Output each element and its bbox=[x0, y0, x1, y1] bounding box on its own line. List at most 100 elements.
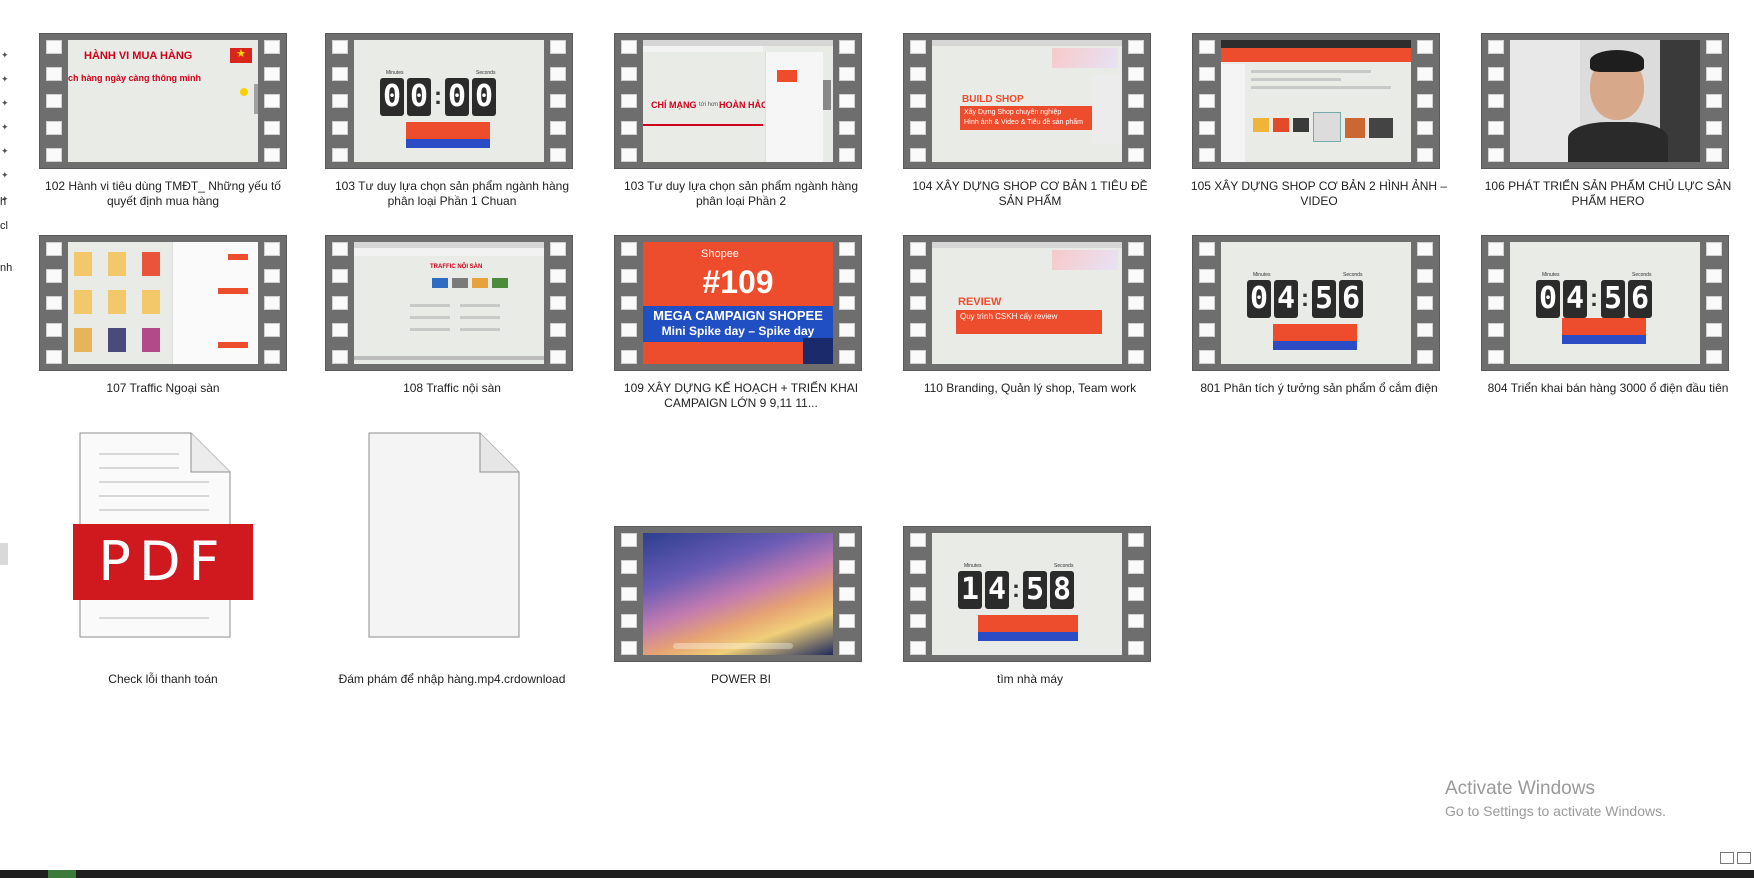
timer-digit: 4 bbox=[1563, 280, 1587, 318]
pin-icon: ✦ bbox=[1, 74, 9, 84]
video-thumbnail bbox=[1192, 33, 1440, 169]
timer-digit: 0 bbox=[1536, 280, 1560, 318]
cursor-dot bbox=[240, 88, 248, 96]
seconds-caption: Seconds bbox=[476, 70, 496, 76]
minutes-caption: Minutes bbox=[1542, 272, 1560, 278]
pdf-badge: PDF bbox=[73, 524, 253, 600]
timer-digit: 0 bbox=[445, 78, 469, 116]
flag-icon bbox=[230, 47, 252, 63]
pdf-file-icon: PDF bbox=[73, 432, 253, 638]
blank-file-icon bbox=[368, 432, 520, 638]
campaign-slide: Shopee #109 MEGA CAMPAIGN SHOPEE Mini Sp… bbox=[643, 242, 833, 364]
thumb-subtitle: ch hàng ngày càng thông minh bbox=[68, 73, 202, 83]
watermark-title: Activate Windows bbox=[1445, 778, 1595, 799]
pin-icon: ✦ bbox=[1, 146, 9, 156]
timer-digit: 5 bbox=[1601, 280, 1625, 318]
video-thumbnail: Shopee #109 MEGA CAMPAIGN SHOPEE Mini Sp… bbox=[614, 235, 862, 371]
countdown-timer: 04:56 bbox=[1536, 280, 1652, 318]
file-name: 110 Branding, Quản lý shop, Team work bbox=[923, 381, 1137, 395]
file-name: 109 XÂY DỰNG KẾ HOẠCH + TRIỂN KHAI CAMPA… bbox=[623, 381, 859, 410]
thumb-title: HÀNH VI MUA HÀNG bbox=[84, 50, 193, 62]
timer-digit: 0 bbox=[1247, 280, 1271, 318]
watermark-subtitle: Go to Settings to activate Windows. bbox=[1445, 803, 1666, 819]
video-thumbnail bbox=[614, 526, 862, 662]
timer-digit: 4 bbox=[985, 571, 1009, 609]
promo-banner bbox=[1562, 318, 1646, 344]
timer-digit: 0 bbox=[380, 78, 404, 116]
file-name: 103 Tư duy lựa chọn sản phẩm ngành hàng … bbox=[334, 179, 569, 208]
timer-digit: 4 bbox=[1274, 280, 1298, 318]
countdown-timer: 04:56 bbox=[1247, 280, 1363, 318]
file-name: 103 Tư duy lựa chọn sản phẩm ngành hàng … bbox=[623, 179, 858, 208]
nav-item-fragment[interactable]: nh bbox=[0, 262, 12, 274]
pin-icon: ✦ bbox=[1, 122, 9, 132]
nav-scrollbar[interactable] bbox=[0, 543, 8, 565]
thumb-text: tới hơn bbox=[699, 102, 719, 108]
file-name: 104 XÂY DỰNG SHOP CƠ BẢN 1 TIÊU ĐỀ SẢN P… bbox=[912, 179, 1148, 208]
video-thumbnail: BUILD SHOP Xây Dựng Shop chuyên nghiệp H… bbox=[903, 33, 1151, 169]
seconds-caption: Seconds bbox=[1054, 563, 1074, 569]
promo-banner bbox=[406, 122, 490, 148]
video-thumbnail: Minutes Seconds 00:00 bbox=[325, 33, 573, 169]
details-view-icon[interactable] bbox=[1720, 852, 1734, 864]
file-name: 102 Hành vi tiêu dùng TMĐT_ Những yếu tố… bbox=[45, 179, 281, 208]
pin-icon: ✦ bbox=[1, 50, 9, 60]
taskbar-app-icon[interactable] bbox=[48, 870, 76, 878]
navigation-pane[interactable]: ✦ ✦ ✦ ✦ ✦ ✦ ✦ h cl nh bbox=[0, 40, 12, 340]
video-thumbnail: REVIEW Quy trình CSKH cấy review bbox=[903, 235, 1151, 371]
large-icons-view-icon[interactable] bbox=[1737, 852, 1751, 864]
file-name: 105 XÂY DỰNG SHOP CƠ BẢN 2 HÌNH ẢNH – VI… bbox=[1190, 179, 1448, 208]
video-thumbnail: TRAFFIC NỘI SÀN bbox=[325, 235, 573, 371]
countdown-timer: 00:00 bbox=[380, 78, 496, 116]
thumb-line: MEGA CAMPAIGN SHOPEE bbox=[653, 308, 823, 323]
thumb-text: HOÀN HẢO bbox=[719, 100, 768, 110]
thumb-banner: Xây Dựng Shop chuyên nghiệp Hình ảnh & V… bbox=[960, 106, 1096, 130]
timer-digit: 8 bbox=[1050, 571, 1074, 609]
video-thumbnail: Minutes Seconds 04:56 bbox=[1192, 235, 1440, 371]
file-explorer-view: ✦ ✦ ✦ ✦ ✦ ✦ ✦ h cl nh HÀNH VI MUA HÀNG c… bbox=[0, 0, 1754, 878]
thumb-line: Mini Spike day – Spike day bbox=[661, 324, 815, 338]
file-name: POWER BI bbox=[710, 672, 771, 686]
video-thumbnail bbox=[39, 235, 287, 371]
timer-digit: 5 bbox=[1312, 280, 1336, 318]
nav-item-fragment[interactable]: h bbox=[0, 196, 6, 208]
video-thumbnail: Minutes Seconds 04:56 bbox=[1481, 235, 1729, 371]
pin-icon: ✦ bbox=[1, 170, 9, 180]
promo-banner bbox=[1273, 324, 1357, 350]
file-name: Đám phám để nhập hàng.mp4.crdownload bbox=[338, 672, 566, 686]
timer-digit: 5 bbox=[1023, 571, 1047, 609]
video-thumbnail: CHÍ MẠNG tới hơn HOÀN HẢO bbox=[614, 33, 862, 169]
minutes-caption: Minutes bbox=[964, 563, 982, 569]
nav-item-fragment[interactable]: cl bbox=[0, 220, 8, 232]
timer-digit: 1 bbox=[958, 571, 982, 609]
file-name: 108 Traffic nội sàn bbox=[403, 381, 501, 395]
thumb-title: TRAFFIC NỘI SÀN bbox=[430, 264, 483, 270]
activation-watermark: Activate Windows Go to Settings to activ… bbox=[1445, 778, 1666, 819]
seconds-caption: Seconds bbox=[1632, 272, 1652, 278]
thumb-title: CHÍ MẠNG bbox=[651, 100, 697, 110]
minutes-caption: Minutes bbox=[386, 70, 404, 76]
timer-digit: 0 bbox=[472, 78, 496, 116]
thumb-title: BUILD SHOP bbox=[962, 94, 1024, 105]
countdown-timer: 14:58 bbox=[958, 571, 1074, 609]
promo-banner bbox=[978, 615, 1078, 641]
thumb-title: REVIEW bbox=[958, 296, 1002, 308]
timer-digit: 0 bbox=[407, 78, 431, 116]
file-name: 106 PHÁT TRIỂN SẢN PHẨM CHỦ LỰC SẢN PHẨM… bbox=[1484, 179, 1732, 208]
timer-digit: 6 bbox=[1339, 280, 1363, 318]
file-name: tìm nhà máy bbox=[996, 672, 1064, 686]
taskbar[interactable] bbox=[0, 870, 1754, 878]
minutes-caption: Minutes bbox=[1253, 272, 1271, 278]
thumb-banner: Quy trình CSKH cấy review bbox=[956, 310, 1102, 334]
video-thumbnail bbox=[1481, 33, 1729, 169]
video-thumbnail: Minutes Seconds 14:58 bbox=[903, 526, 1151, 662]
seconds-caption: Seconds bbox=[1343, 272, 1363, 278]
thumb-number: #109 bbox=[702, 264, 774, 300]
shopee-logo: Shopee bbox=[701, 248, 739, 260]
view-mode-switcher[interactable] bbox=[1720, 852, 1751, 864]
file-name: 801 Phân tích ý tưởng sản phẩm ổ cắm điệ… bbox=[1200, 381, 1438, 395]
pin-icon: ✦ bbox=[1, 98, 9, 108]
video-thumbnail: HÀNH VI MUA HÀNG ch hàng ngày càng thông… bbox=[39, 33, 287, 169]
file-name: Check lỗi thanh toán bbox=[108, 672, 218, 686]
desktop-wallpaper bbox=[643, 533, 833, 655]
